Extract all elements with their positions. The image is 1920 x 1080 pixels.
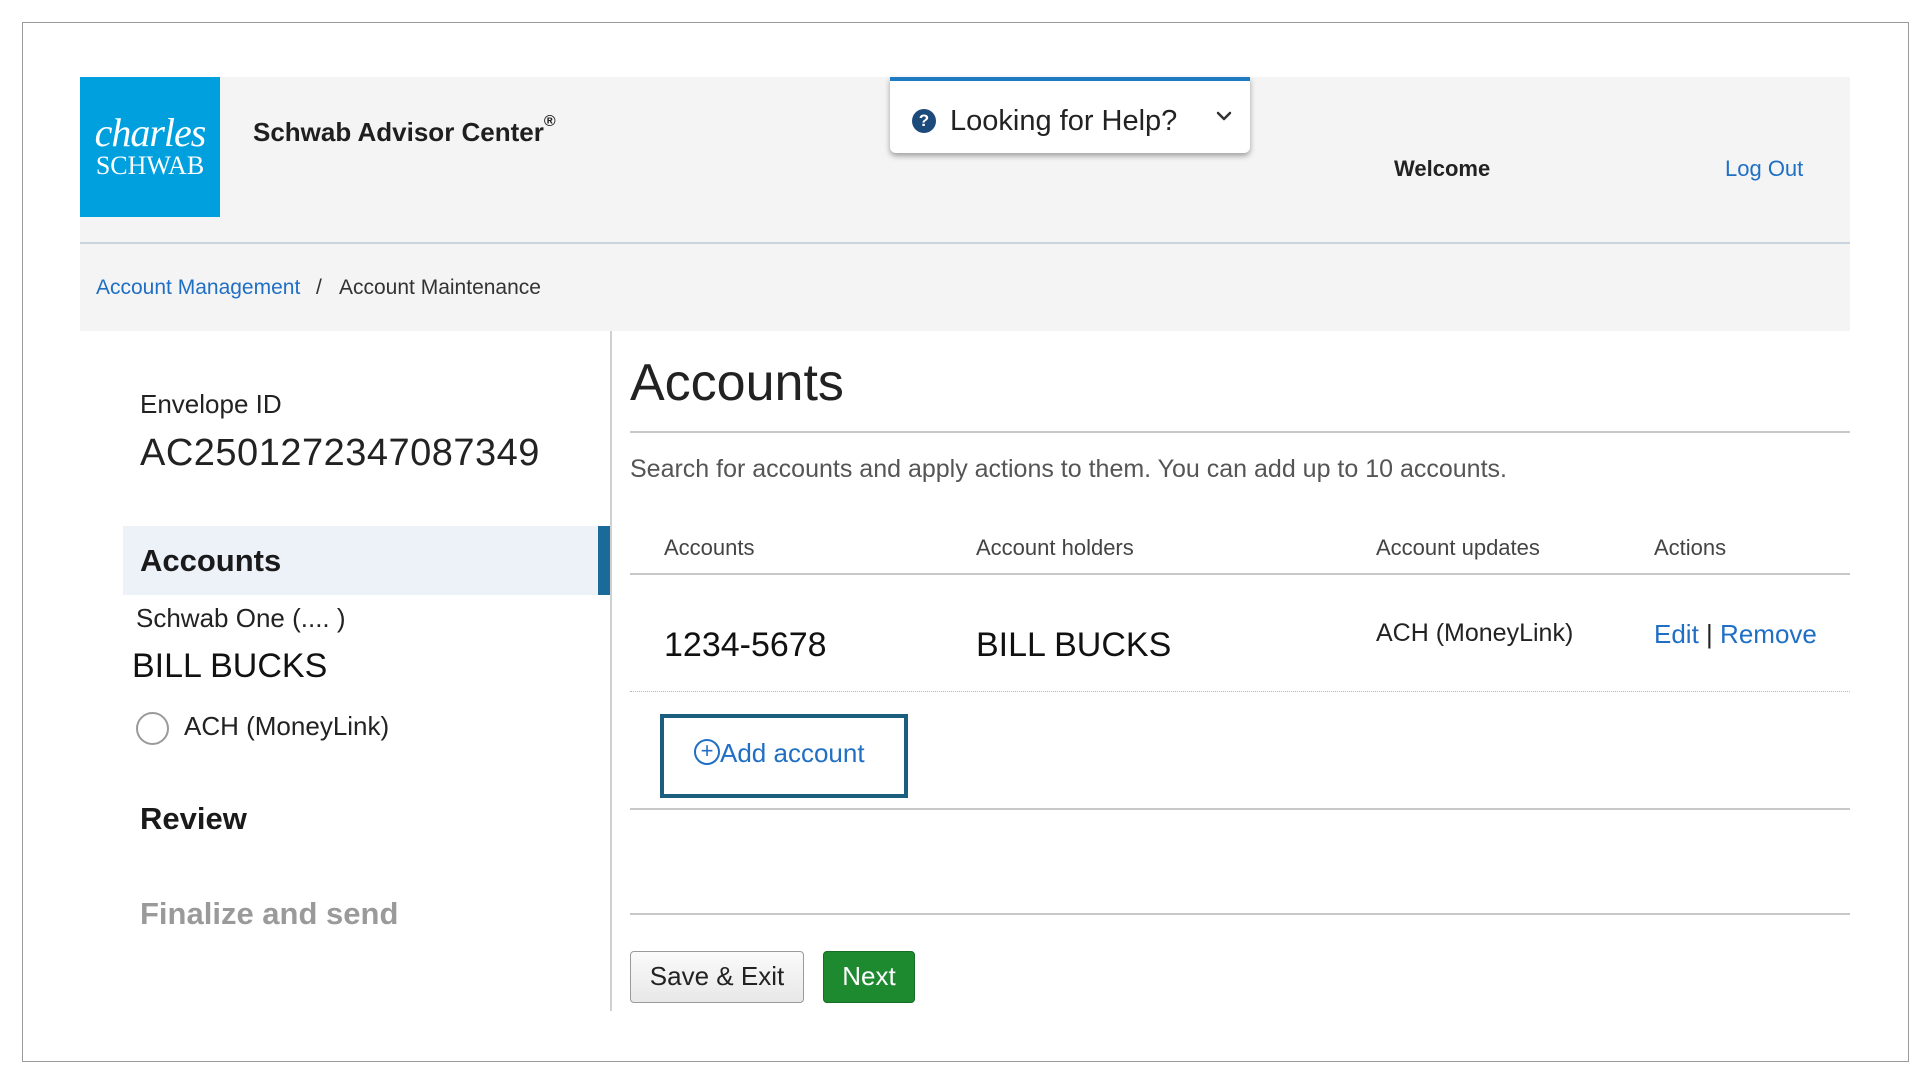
title-divider [630, 431, 1850, 433]
table-bottom-divider [630, 808, 1850, 810]
breadcrumb-account-management[interactable]: Account Management [96, 276, 300, 300]
remove-link[interactable]: Remove [1720, 619, 1817, 649]
add-account-label: Add account [720, 738, 865, 768]
help-label: Looking for Help? [950, 105, 1178, 137]
edit-link[interactable]: Edit [1654, 619, 1699, 649]
footer-divider [630, 913, 1850, 915]
logout-link[interactable]: Log Out [1725, 156, 1803, 182]
help-dropdown[interactable]: ? Looking for Help? [890, 77, 1250, 153]
breadcrumb-separator: / [316, 276, 322, 299]
step-sidebar: Envelope ID AC2501272347087349 Accounts … [80, 331, 610, 1011]
plus-circle-icon: + [694, 739, 720, 765]
panel-divider [610, 331, 612, 1011]
account-holders: BILL BUCKS [976, 626, 1172, 664]
page-title: Accounts [630, 354, 844, 412]
ach-moneylink-radio[interactable] [136, 712, 169, 745]
action-separator: | [1706, 619, 1713, 649]
sidebar-account-holder: BILL BUCKS [132, 647, 328, 685]
main-content: Accounts Search for accounts and apply a… [630, 331, 1850, 1011]
welcome-text: Welcome [1394, 156, 1491, 181]
charles-schwab-logo[interactable]: charles SCHWAB [80, 77, 220, 217]
question-circle-icon: ? [912, 109, 936, 133]
page-description: Search for accounts and apply actions to… [630, 455, 1507, 483]
sidebar-account-type: Schwab One (.... ) [136, 603, 346, 633]
step-accounts[interactable]: Accounts [123, 526, 610, 595]
registered-mark: ® [543, 113, 556, 130]
column-header-account-holders: Account holders [976, 535, 1134, 560]
ach-moneylink-label[interactable]: ACH (MoneyLink) [184, 711, 389, 742]
column-header-actions: Actions [1654, 535, 1727, 560]
next-button[interactable]: Next [823, 951, 915, 1003]
save-and-exit-button[interactable]: Save & Exit [630, 951, 804, 1003]
account-number: 1234-5678 [664, 626, 827, 664]
add-account-button[interactable]: + Add account [660, 714, 908, 798]
breadcrumb-current: Account Maintenance [339, 276, 541, 299]
step-accounts-label: Accounts [140, 543, 282, 578]
app-header: charles SCHWAB Schwab Advisor Center® ? … [80, 77, 1850, 244]
column-header-account-updates: Account updates [1376, 535, 1540, 560]
account-updates: ACH (MoneyLink) [1376, 619, 1574, 647]
breadcrumb: Account Management / Account Maintenance [80, 244, 1850, 331]
envelope-id-value: AC2501272347087349 [140, 432, 540, 474]
envelope-id-label: Envelope ID [140, 389, 282, 419]
table-header-divider [630, 573, 1850, 575]
active-step-indicator [598, 526, 610, 595]
app-name-text: Schwab Advisor Center [253, 117, 544, 147]
logo-line-1: charles [94, 110, 207, 155]
step-finalize-and-send: Finalize and send [140, 896, 399, 931]
chevron-down-icon [1216, 111, 1232, 121]
row-actions: Edit | Remove [1654, 619, 1817, 650]
row-divider [630, 691, 1850, 692]
app-name: Schwab Advisor Center® [253, 113, 556, 148]
step-review[interactable]: Review [140, 801, 247, 837]
column-header-accounts: Accounts [664, 535, 755, 560]
logo-line-2: SCHWAB [95, 151, 205, 180]
